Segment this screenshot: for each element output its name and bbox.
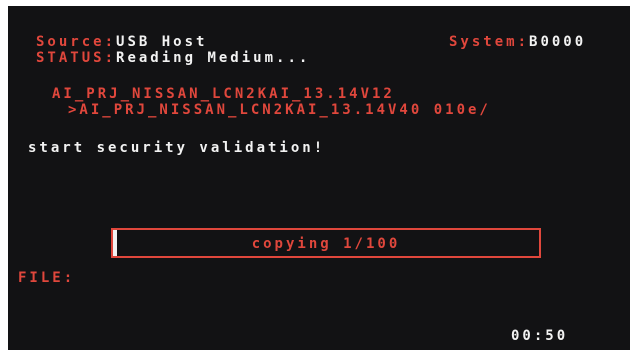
system-row: System:B0000 [449, 34, 586, 50]
progress-label: copying 1/100 [251, 236, 401, 252]
source-row: Source:USB Host [36, 34, 207, 50]
source-label: Source: [36, 34, 117, 50]
target-version: >AI_PRJ_NISSAN_LCN2KAI_13.14V40 010e/ [68, 102, 491, 118]
security-message: start security validation! [28, 140, 326, 156]
status-value: Reading Medium... [116, 50, 311, 66]
timer: 00:50 [511, 328, 569, 344]
status-label: STATUS: [36, 50, 117, 66]
file-label: FILE: [18, 270, 76, 286]
current-version: AI_PRJ_NISSAN_LCN2KAI_13.14V12 [52, 86, 395, 102]
progress-bar: copying 1/100 [111, 228, 541, 258]
system-value: B0000 [529, 34, 587, 50]
system-label: System: [449, 34, 530, 50]
source-value: USB Host [116, 34, 208, 50]
status-row: STATUS:Reading Medium... [36, 50, 310, 66]
update-screen: Source:USB Host System:B0000 STATUS:Read… [8, 6, 630, 350]
